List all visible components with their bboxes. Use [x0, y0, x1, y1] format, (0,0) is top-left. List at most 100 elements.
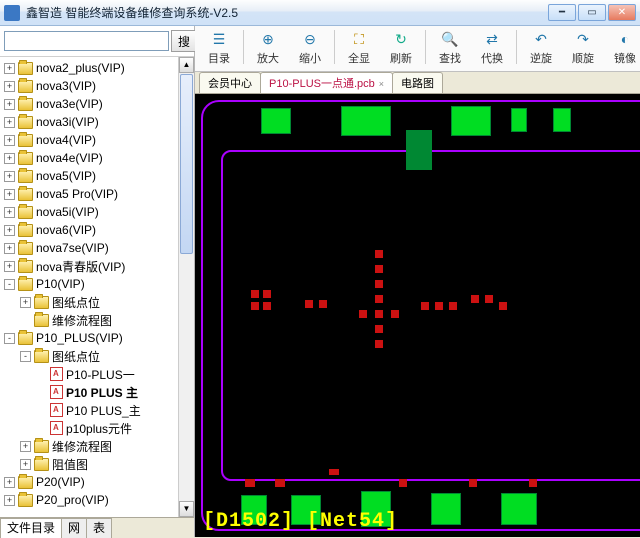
folder-icon — [18, 224, 33, 237]
tree-label: nova4(VIP) — [36, 133, 96, 147]
document-tab[interactable]: 会员中心 — [199, 72, 261, 93]
toolbar-find-button[interactable]: 🔍查找 — [430, 28, 470, 67]
expand-icon[interactable]: + — [4, 495, 15, 506]
expand-icon[interactable]: + — [4, 261, 15, 272]
close-button[interactable]: ✕ — [608, 4, 636, 21]
tree-node[interactable]: P10 PLUS 主 — [36, 383, 194, 401]
spacer — [36, 405, 47, 416]
tree-node[interactable]: P10 PLUS_主 — [36, 401, 194, 419]
toolbar-cw-button[interactable]: ↷顺旋 — [563, 28, 603, 67]
expand-icon[interactable]: + — [20, 297, 31, 308]
bottom-tab-sheet[interactable]: 表 — [86, 518, 112, 538]
search-input[interactable] — [4, 31, 169, 51]
find-icon: 🔍 — [440, 29, 460, 49]
expand-icon[interactable]: + — [20, 459, 31, 470]
tree-node[interactable]: +nova5(VIP) — [4, 167, 194, 185]
bottom-tab-net[interactable]: 网 — [61, 518, 87, 538]
scroll-down-icon[interactable]: ▼ — [179, 501, 194, 517]
pcb-canvas[interactable] — [201, 100, 640, 531]
tree-node[interactable]: +图纸点位 — [20, 293, 194, 311]
tree-node[interactable]: +nova3(VIP) — [4, 77, 194, 95]
left-panel: 搜 索 +nova2_plus(VIP)+nova3(VIP)+nova3e(V… — [0, 26, 195, 537]
tree-node[interactable]: +nova5 Pro(VIP) — [4, 185, 194, 203]
tree-node[interactable]: +nova2_plus(VIP) — [4, 59, 194, 77]
tree-node[interactable]: -P10(VIP) — [4, 275, 194, 293]
tree-node[interactable]: +nova7se(VIP) — [4, 239, 194, 257]
toolbar-mirror-button[interactable]: ◐镜像 — [605, 28, 640, 67]
expand-icon[interactable]: + — [4, 207, 15, 218]
folder-icon — [18, 170, 33, 183]
collapse-icon[interactable]: - — [4, 279, 15, 290]
folder-icon — [18, 134, 33, 147]
expand-icon[interactable]: + — [20, 441, 31, 452]
tree-scrollbar[interactable]: ▲ ▼ — [178, 57, 194, 517]
folder-icon — [18, 242, 33, 255]
document-tab[interactable]: P10-PLUS一点通.pcb× — [260, 72, 393, 93]
folder-icon — [18, 260, 33, 273]
scroll-thumb[interactable] — [180, 74, 193, 254]
tree-label: 维修流程图 — [52, 312, 112, 329]
toolbar-refresh-button[interactable]: ↻刷新 — [381, 28, 421, 67]
tree-node[interactable]: +P20_pro(VIP) — [4, 491, 194, 509]
toolbar-code-button[interactable]: ⇄代换 — [472, 28, 512, 67]
expand-icon[interactable]: + — [4, 243, 15, 254]
expand-icon[interactable]: + — [4, 81, 15, 92]
expand-icon[interactable]: + — [4, 117, 15, 128]
status-net: [Net54] — [307, 510, 398, 533]
search-button-1[interactable]: 搜 — [171, 30, 197, 52]
tree-view[interactable]: +nova2_plus(VIP)+nova3(VIP)+nova3e(VIP)+… — [0, 57, 194, 517]
folder-icon — [18, 206, 33, 219]
scroll-up-icon[interactable]: ▲ — [179, 57, 194, 73]
tree-node[interactable]: +nova6(VIP) — [4, 221, 194, 239]
tab-close-icon[interactable]: × — [379, 79, 384, 89]
collapse-icon[interactable]: - — [4, 333, 15, 344]
tree-node[interactable]: + nova4(VIP) — [4, 131, 194, 149]
tree-label: P10 PLUS 主 — [66, 384, 138, 401]
toolbar-fit-button[interactable]: ⛶全显 — [339, 28, 379, 67]
expand-icon[interactable]: + — [4, 171, 15, 182]
folder-icon — [18, 476, 33, 489]
fit-icon: ⛶ — [349, 29, 369, 49]
tree-node[interactable]: +nova4e(VIP) — [4, 149, 194, 167]
toolbar-ccw-button[interactable]: ↶逆旋 — [521, 28, 561, 67]
refresh-icon: ↻ — [391, 29, 411, 49]
pcb-viewer[interactable]: 头 头条@迅维手机快修 [D1502] [Net54] — [195, 94, 640, 537]
folder-icon — [34, 458, 49, 471]
maximize-button[interactable]: ▭ — [578, 4, 606, 21]
folder-icon — [18, 80, 33, 93]
bottom-tab-files[interactable]: 文件目录 — [0, 518, 62, 538]
folder-icon — [18, 152, 33, 165]
expand-icon[interactable]: + — [4, 189, 15, 200]
toolbar-list-button[interactable]: ☰目录 — [199, 28, 239, 67]
tree-label: 图纸点位 — [52, 348, 100, 365]
tree-node[interactable]: +nova3i(VIP) — [4, 113, 194, 131]
tree-node[interactable]: P10-PLUS一 — [36, 365, 194, 383]
expand-icon[interactable]: + — [4, 153, 15, 164]
toolbar-label: 缩小 — [299, 50, 321, 66]
tree-node[interactable]: +P20(VIP) — [4, 473, 194, 491]
tree-node[interactable]: - 图纸点位 — [20, 347, 194, 365]
folder-icon — [34, 314, 49, 327]
left-bottom-tabs: 文件目录 网 表 — [0, 517, 194, 537]
toolbar-zoomout-button[interactable]: ⊖缩小 — [290, 28, 330, 67]
document-tab[interactable]: 电路图 — [392, 72, 443, 93]
tree-label: 维修流程图 — [52, 438, 112, 455]
tree-node[interactable]: -P10_PLUS(VIP) — [4, 329, 194, 347]
expand-icon[interactable]: + — [4, 135, 15, 146]
tree-node[interactable]: +nova5i(VIP) — [4, 203, 194, 221]
tree-node[interactable]: + 维修流程图 — [20, 437, 194, 455]
folder-icon — [18, 278, 33, 291]
collapse-icon[interactable]: - — [20, 351, 31, 362]
tree-node[interactable]: +nova3e(VIP) — [4, 95, 194, 113]
minimize-button[interactable]: ━ — [548, 4, 576, 21]
tree-node[interactable]: +nova青春版(VIP) — [4, 257, 194, 275]
tree-node[interactable]: +阻值图 — [20, 455, 194, 473]
tree-node[interactable]: 维修流程图 — [20, 311, 194, 329]
expand-icon[interactable]: + — [4, 477, 15, 488]
cw-icon: ↷ — [573, 29, 593, 49]
toolbar-zoomin-button[interactable]: ⊕放大 — [248, 28, 288, 67]
expand-icon[interactable]: + — [4, 63, 15, 74]
expand-icon[interactable]: + — [4, 225, 15, 236]
expand-icon[interactable]: + — [4, 99, 15, 110]
tree-node[interactable]: p10plus元件 — [36, 419, 194, 437]
